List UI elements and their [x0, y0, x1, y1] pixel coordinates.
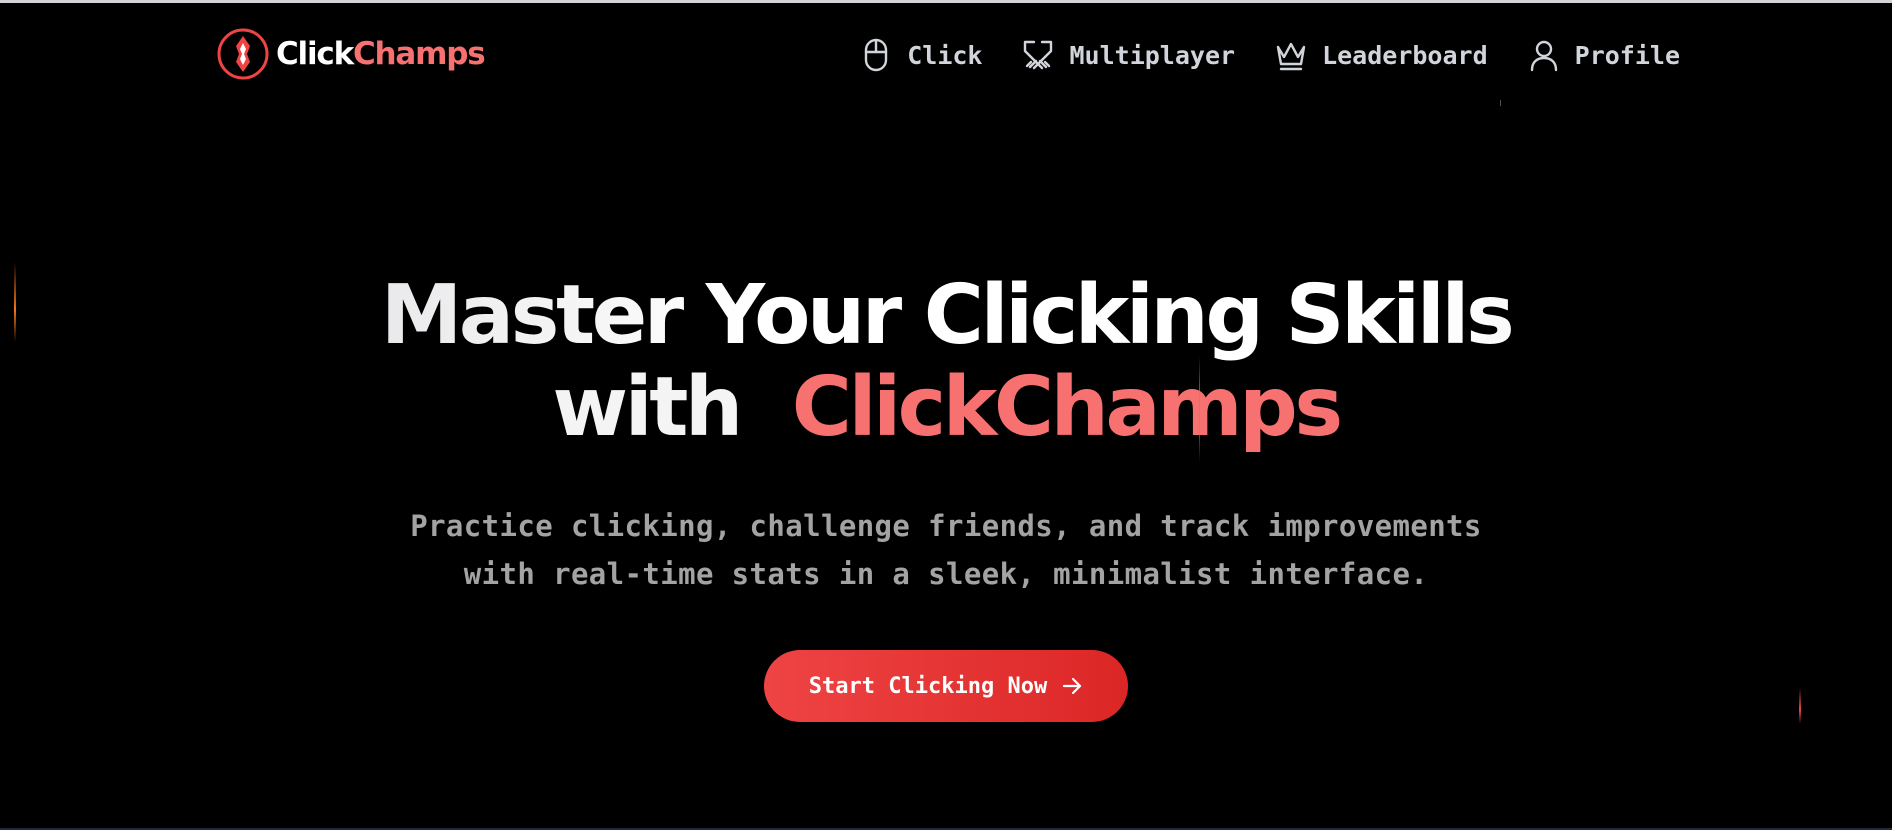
mouse-icon: [865, 38, 888, 72]
crossed-swords-icon: [1024, 40, 1053, 70]
nav-item-label: Click: [907, 40, 983, 70]
nav-item-multiplayer[interactable]: Multiplayer: [1020, 37, 1235, 73]
arrow-right-icon: [1063, 677, 1082, 695]
headline-with: with: [552, 360, 743, 455]
headline-line-1: Master Your Clicking Skills: [0, 270, 1892, 362]
brand-name: ClickChamps: [276, 35, 486, 72]
subtitle-line-1: Practice clicking, challenge friends, an…: [410, 509, 1482, 543]
subtitle-line-2: with real-time stats in a sleek, minimal…: [463, 557, 1429, 591]
hero-section: Master Your Clicking Skills with ClickCha…: [0, 270, 1892, 722]
user-icon: [1530, 40, 1557, 72]
main-nav: Click Multiplayer Leaderboard Profile: [858, 33, 1680, 77]
decorative-streak: [1199, 356, 1200, 462]
nav-item-click[interactable]: Click: [858, 37, 982, 73]
nav-item-profile[interactable]: Profile: [1526, 37, 1680, 73]
nav-item-label: Multiplayer: [1069, 40, 1236, 70]
headline-line-2: with ClickChamps: [0, 362, 1892, 454]
decorative-streak: [1500, 100, 1501, 106]
brand-name-part-a: Click: [276, 35, 354, 72]
nav-item-label: Leaderboard: [1322, 40, 1488, 70]
headline-brand: ClickChamps: [791, 360, 1343, 455]
hero-subtitle: Practice clicking, challenge friends, an…: [366, 502, 1526, 598]
brand-logo[interactable]: ClickChamps: [216, 25, 486, 83]
crown-icon: [1276, 42, 1306, 71]
nav-item-leaderboard[interactable]: Leaderboard: [1273, 37, 1488, 73]
hero-headline: Master Your Clicking Skills with ClickCha…: [0, 270, 1892, 454]
nav-item-label: Profile: [1574, 40, 1680, 70]
decorative-streak: [1799, 688, 1801, 724]
start-clicking-button[interactable]: Start Clicking Now: [764, 650, 1128, 722]
cta-label: Start Clicking Now: [808, 673, 1048, 699]
brand-name-part-b: Champs: [353, 35, 486, 72]
decorative-streak: [14, 262, 16, 342]
navbar: ClickChamps Click Multiplayer Leaderboar…: [0, 3, 1892, 103]
shield-badge-icon: [217, 28, 269, 80]
